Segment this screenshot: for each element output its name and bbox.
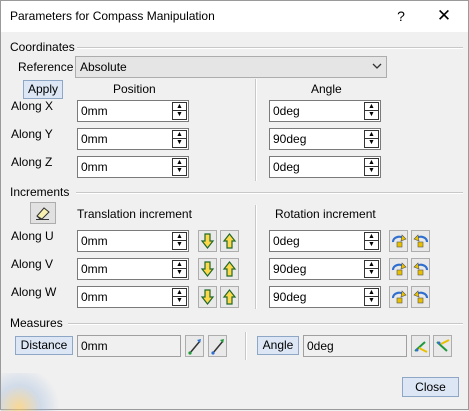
translate-w-positive-button[interactable] [220, 286, 239, 308]
translation-w-value: 0mm [81, 290, 108, 304]
position-z-value: 0mm [81, 160, 108, 174]
angle-x-field[interactable]: 0deg ▲ ▼ [269, 100, 381, 122]
rotation-w-value: 90deg [273, 290, 307, 304]
apply-button[interactable]: Apply [23, 80, 63, 99]
eraser-button[interactable] [30, 202, 56, 224]
translation-u-value: 0mm [81, 234, 108, 248]
position-z-field[interactable]: 0mm ▲ ▼ [77, 156, 189, 178]
along-z-label: Along Z [11, 155, 53, 169]
position-x-spinner[interactable]: ▲ ▼ [172, 102, 187, 120]
translate-v-positive-button[interactable] [220, 258, 239, 280]
coordinates-section-title: Coordinates [10, 40, 75, 54]
angle-z-field[interactable]: 0deg ▲ ▼ [269, 156, 381, 178]
along-v-label: Along V [11, 257, 54, 271]
translate-v-negative-button[interactable] [198, 258, 217, 280]
translate-u-negative-button[interactable] [198, 230, 217, 252]
measures-divider [68, 323, 463, 325]
angle-measure-button[interactable]: Angle [257, 336, 299, 355]
compass-parameters-dialog: Parameters for Compass Manipulation ? ✕ … [0, 0, 469, 411]
translation-w-spinner[interactable]: ▲ ▼ [172, 288, 187, 306]
rotation-w-spinner[interactable]: ▲ ▼ [364, 288, 379, 306]
position-y-value: 0mm [81, 132, 108, 146]
angle-measure-field: 0deg [303, 335, 407, 357]
distance-field: 0mm [77, 335, 181, 357]
rotation-increment-header: Rotation increment [275, 207, 376, 221]
measures-column-divider [245, 332, 247, 360]
increments-column-divider [255, 205, 257, 309]
angle-z-spinner[interactable]: ▲ ▼ [364, 158, 379, 176]
angle-y-field[interactable]: 90deg ▲ ▼ [269, 128, 381, 150]
angle-z-value: 0deg [273, 160, 300, 174]
position-y-spinner[interactable]: ▲ ▼ [172, 130, 187, 148]
position-x-value: 0mm [81, 104, 108, 118]
angle-y-spinner[interactable]: ▲ ▼ [364, 130, 379, 148]
distance-button[interactable]: Distance [15, 336, 73, 355]
help-button[interactable]: ? [391, 5, 411, 27]
rotate-w-negative-button[interactable] [389, 286, 408, 308]
position-x-field[interactable]: 0mm ▲ ▼ [77, 100, 189, 122]
rotate-u-negative-button[interactable] [389, 230, 408, 252]
along-u-label: Along U [11, 229, 54, 243]
translation-u-spinner[interactable]: ▲ ▼ [172, 232, 187, 250]
rotate-u-positive-button[interactable] [411, 230, 430, 252]
rotation-v-spinner[interactable]: ▲ ▼ [364, 260, 379, 278]
along-x-label: Along X [11, 99, 54, 113]
reference-dropdown[interactable]: Absolute [75, 56, 387, 78]
coordinates-divider [77, 47, 463, 49]
rotation-u-value: 0deg [273, 234, 300, 248]
measure-distance-end-button[interactable] [208, 335, 227, 357]
angle-x-value: 0deg [273, 104, 300, 118]
rotate-v-negative-button[interactable] [389, 258, 408, 280]
window-title: Parameters for Compass Manipulation [10, 9, 215, 23]
translate-u-positive-button[interactable] [220, 230, 239, 252]
angle-header: Angle [311, 82, 342, 96]
along-y-label: Along Y [11, 127, 53, 141]
rotation-v-field[interactable]: 90deg ▲ ▼ [269, 258, 381, 280]
translation-u-field[interactable]: 0mm ▲ ▼ [77, 230, 189, 252]
position-z-spinner[interactable]: ▲ ▼ [172, 158, 187, 176]
measure-distance-start-button[interactable] [185, 335, 204, 357]
distance-value: 0mm [81, 339, 108, 353]
translation-v-field[interactable]: 0mm ▲ ▼ [77, 258, 189, 280]
chevron-down-icon [372, 59, 382, 76]
along-w-label: Along W [11, 285, 57, 299]
rotate-v-positive-button[interactable] [411, 258, 430, 280]
increments-divider [76, 192, 463, 194]
translate-w-negative-button[interactable] [198, 286, 217, 308]
close-window-button[interactable]: ✕ [429, 4, 459, 28]
reference-label: Reference [18, 60, 74, 74]
angle-y-value: 90deg [273, 132, 307, 146]
coordinates-column-divider [255, 79, 257, 181]
translation-v-spinner[interactable]: ▲ ▼ [172, 260, 187, 278]
title-bar: Parameters for Compass Manipulation ? ✕ [1, 1, 468, 32]
rotation-w-field[interactable]: 90deg ▲ ▼ [269, 286, 381, 308]
position-header: Position [113, 82, 156, 96]
close-button[interactable]: Close [402, 377, 459, 397]
translation-increment-header: Translation increment [77, 207, 192, 221]
measure-angle-end-button[interactable] [433, 335, 452, 357]
rotation-v-value: 90deg [273, 262, 307, 276]
translation-v-value: 0mm [81, 262, 108, 276]
translation-w-field[interactable]: 0mm ▲ ▼ [77, 286, 189, 308]
measures-section-title: Measures [10, 316, 63, 330]
reference-value: Absolute [80, 60, 127, 74]
rotation-u-field[interactable]: 0deg ▲ ▼ [269, 230, 381, 252]
rotation-u-spinner[interactable]: ▲ ▼ [364, 232, 379, 250]
rotate-w-positive-button[interactable] [411, 286, 430, 308]
corner-decoration [1, 373, 61, 411]
position-y-field[interactable]: 0mm ▲ ▼ [77, 128, 189, 150]
measure-angle-start-button[interactable] [411, 335, 430, 357]
angle-measure-value: 0deg [307, 339, 334, 353]
increments-section-title: Increments [10, 185, 70, 199]
angle-x-spinner[interactable]: ▲ ▼ [364, 102, 379, 120]
